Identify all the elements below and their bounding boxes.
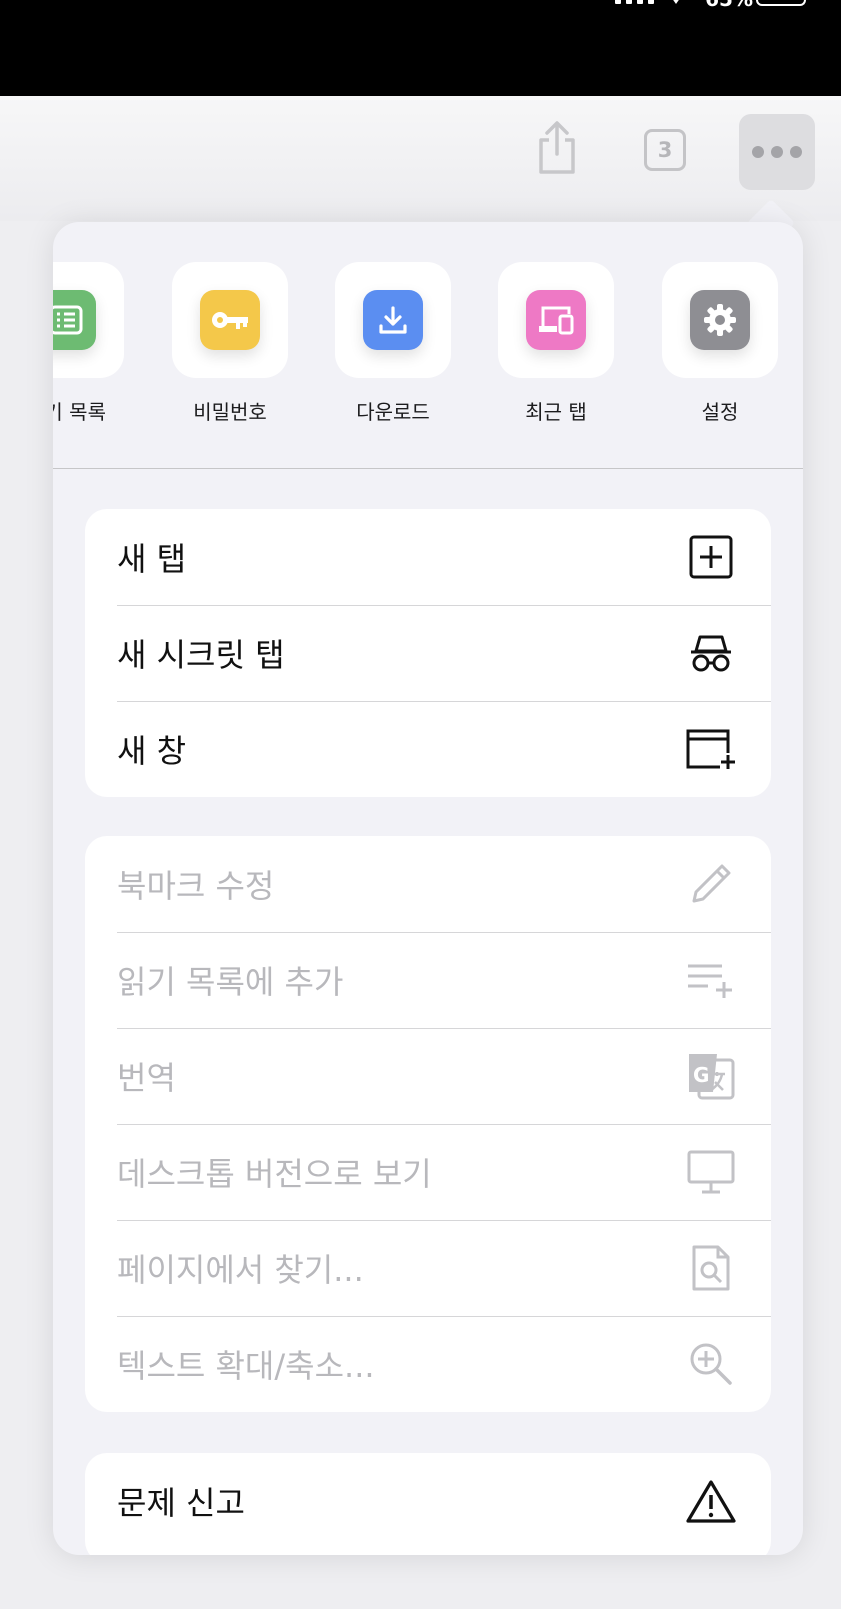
incognito-icon <box>683 625 739 681</box>
quick-action-tile <box>53 262 124 378</box>
more-dot-icon <box>771 146 783 158</box>
desktop-icon <box>683 1144 739 1200</box>
quick-action-label: 최근 탭 <box>525 400 587 424</box>
menu-item-new-tab[interactable]: 새 탭 <box>85 509 771 605</box>
share-icon <box>539 121 575 174</box>
menu-item-new-incognito-tab[interactable]: 새 시크릿 탭 <box>85 605 771 701</box>
new-tab-icon <box>683 529 739 585</box>
quick-action-tile <box>172 262 288 378</box>
warning-icon <box>683 1473 739 1529</box>
wifi-icon <box>669 0 683 4</box>
menu-group-page-actions: 북마크 수정 읽기 목록에 추가 번역 G 데스크톱 버전으로 보기 페이지에서… <box>85 836 771 1412</box>
menu-item-label: 새 창 <box>117 732 187 770</box>
quick-action-settings[interactable]: 설정 <box>662 262 778 425</box>
browser-toolbar <box>0 96 841 221</box>
menu-item-label: 북마크 수정 <box>117 867 275 905</box>
quick-action-recent-tabs[interactable]: 최근 탭 <box>498 262 614 425</box>
menu-item-label: 번역 <box>117 1059 176 1097</box>
menu-item-label: 새 시크릿 탭 <box>117 636 285 674</box>
menu-item-label: 페이지에서 찾기... <box>117 1251 364 1289</box>
key-icon <box>200 290 260 350</box>
more-dot-icon <box>790 146 802 158</box>
quick-action-passwords[interactable]: 비밀번호 <box>172 262 288 425</box>
svg-text:G: G <box>693 1063 709 1087</box>
quick-action-downloads[interactable]: 다운로드 <box>335 262 451 425</box>
quick-action-label: 읽기 목록 <box>53 400 106 424</box>
menu-item-report-issue[interactable]: 문제 신고 <box>85 1453 771 1549</box>
translate-icon: G <box>683 1048 739 1104</box>
tab-switcher-button[interactable]: 3 <box>644 129 686 171</box>
battery-icon <box>756 0 806 6</box>
menu-item-label: 데스크톱 버전으로 보기 <box>117 1155 432 1193</box>
menu-group-new: 새 탭 새 시크릿 탭 새 창 <box>85 509 771 797</box>
share-button[interactable] <box>535 120 579 176</box>
battery-percentage: 65% <box>705 0 753 11</box>
zoom-in-icon <box>683 1336 739 1392</box>
quick-action-label: 설정 <box>701 400 739 424</box>
menu-item-translate[interactable]: 번역 G <box>85 1028 771 1124</box>
menu-item-edit-bookmark[interactable]: 북마크 수정 <box>85 836 771 932</box>
menu-item-desktop-version[interactable]: 데스크톱 버전으로 보기 <box>85 1124 771 1220</box>
status-bar: 65% <box>0 0 841 96</box>
signal-icon <box>615 0 654 4</box>
devices-icon <box>526 290 586 350</box>
quick-action-tile <box>498 262 614 378</box>
menu-item-new-window[interactable]: 새 창 <box>85 701 771 797</box>
quick-action-label: 다운로드 <box>356 400 430 424</box>
add-to-list-icon <box>683 952 739 1008</box>
quick-action-label: 비밀번호 <box>193 400 267 424</box>
menu-item-find-in-page[interactable]: 페이지에서 찾기... <box>85 1220 771 1316</box>
quick-actions-row: 읽기 목록 비밀번호 다운로드 최근 탭 <box>53 222 803 469</box>
more-dot-icon <box>752 146 764 158</box>
overflow-menu-popover: 읽기 목록 비밀번호 다운로드 최근 탭 <box>53 222 803 1555</box>
reading-list-icon <box>53 290 96 350</box>
menu-group-support: 문제 신고 <box>85 1453 771 1555</box>
new-window-icon <box>683 721 739 777</box>
download-icon <box>363 290 423 350</box>
gear-icon <box>690 290 750 350</box>
find-in-page-icon <box>683 1240 739 1296</box>
pencil-icon <box>683 856 739 912</box>
quick-action-tile <box>662 262 778 378</box>
menu-item-label: 새 탭 <box>117 540 187 578</box>
menu-item-add-to-reading-list[interactable]: 읽기 목록에 추가 <box>85 932 771 1028</box>
quick-action-tile <box>335 262 451 378</box>
quick-action-reading-list[interactable]: 읽기 목록 <box>53 262 124 425</box>
menu-item-label: 읽기 목록에 추가 <box>117 963 344 1001</box>
menu-item-text-zoom[interactable]: 텍스트 확대/축소... <box>85 1316 771 1412</box>
more-menu-button[interactable] <box>739 114 815 190</box>
menu-item-label: 문제 신고 <box>117 1484 245 1522</box>
menu-item-label: 텍스트 확대/축소... <box>117 1347 375 1385</box>
